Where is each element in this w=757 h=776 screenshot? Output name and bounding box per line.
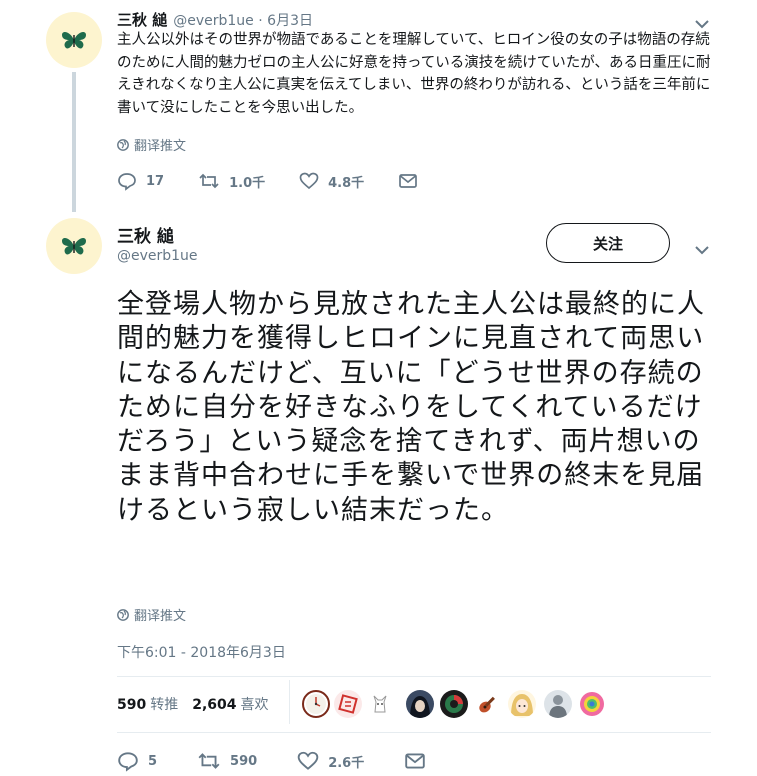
retweet-button[interactable]: 1.0千 — [198, 172, 265, 191]
separator: · — [253, 13, 268, 29]
retweet-icon — [198, 753, 220, 769]
envelope-icon — [405, 753, 425, 769]
heart-icon — [297, 751, 319, 770]
tweet-actions: 5 590 2.6千 — [117, 750, 460, 772]
dm-button[interactable] — [398, 173, 418, 189]
globe-icon — [117, 608, 129, 621]
author-handle[interactable]: @everb1ue — [173, 13, 254, 29]
retweet-stat-label: 转推 — [150, 697, 179, 713]
divider — [117, 732, 711, 733]
reply-button[interactable]: 17 — [117, 171, 164, 191]
translate-link[interactable]: 翻译推文 — [117, 135, 186, 154]
liker-avatar-clock[interactable] — [302, 690, 330, 718]
follow-button[interactable]: 关注 — [546, 223, 670, 263]
tweet-header: 三秋 縋 @everb1ue · 6月3日 — [117, 9, 313, 30]
tweet-text: 主人公以外はその世界が物語であることを理解していて、ヒロイン役の女の子は物語の存… — [117, 32, 711, 116]
liker-avatar-dark-circle[interactable] — [440, 690, 468, 718]
like-count: 4.8千 — [328, 175, 365, 191]
heart-icon — [299, 172, 319, 190]
divider — [117, 676, 711, 677]
like-stat-count: 2,604 — [192, 697, 237, 713]
liker-avatar-dark-hair[interactable] — [406, 690, 434, 718]
like-button[interactable]: 2.6千 — [297, 751, 364, 771]
translate-link[interactable]: 翻译推文 — [117, 605, 186, 624]
tweet-actions: 17 1.0千 4.8千 — [117, 171, 452, 191]
retweet-button[interactable]: 590 — [197, 751, 257, 771]
author-handle[interactable]: @everb1ue — [117, 248, 198, 264]
tweet-date[interactable]: 6月3日 — [267, 10, 313, 30]
retweet-count: 590 — [230, 753, 258, 769]
stats-divider — [289, 680, 290, 724]
liker-avatar-red-stamp[interactable] — [334, 690, 362, 718]
reply-count: 17 — [146, 173, 165, 189]
translate-label: 翻译推文 — [134, 609, 187, 624]
avatar[interactable] — [46, 218, 102, 274]
tweet-timestamp[interactable]: 下午6:01 - 2018年6月3日 — [117, 642, 286, 662]
retweet-stat[interactable]: 590 转推 — [117, 694, 178, 714]
reply-count: 5 — [148, 753, 158, 769]
liker-avatar-gray-figure[interactable] — [544, 690, 572, 718]
butterfly-icon — [62, 238, 86, 255]
envelope-icon — [399, 174, 418, 188]
like-stat[interactable]: 2,604 喜欢 — [192, 694, 268, 714]
author-name[interactable]: 三秋 縋 — [117, 222, 174, 247]
retweet-stat-count: 590 — [117, 697, 147, 713]
like-count: 2.6千 — [328, 755, 365, 771]
tweet-stats: 590 转推 2,604 喜欢 — [117, 694, 269, 714]
reply-button[interactable]: 5 — [117, 750, 157, 772]
liker-avatar-anime-girl[interactable] — [508, 690, 536, 718]
reply-icon — [118, 173, 136, 191]
like-button[interactable]: 4.8千 — [299, 172, 364, 191]
dm-button[interactable] — [404, 752, 426, 770]
globe-icon — [117, 138, 129, 151]
liker-avatar-colorful-flower[interactable] — [578, 690, 606, 718]
like-stat-label: 喜欢 — [240, 697, 269, 713]
author-name[interactable]: 三秋 縋 — [117, 9, 167, 30]
thread-line — [72, 72, 76, 212]
chevron-down-icon[interactable] — [694, 240, 710, 259]
butterfly-icon — [62, 32, 86, 49]
liker-avatar-guitar[interactable] — [474, 690, 502, 718]
retweet-icon — [199, 173, 219, 189]
retweet-count: 1.0千 — [229, 175, 266, 191]
avatar[interactable] — [46, 12, 102, 68]
reply-icon — [118, 752, 138, 772]
tweet-text: 全登場人物から見放された主人公は最終的に人間的魅力を獲得しヒロインに見直されて両… — [117, 289, 705, 526]
translate-label: 翻译推文 — [134, 139, 187, 154]
liker-avatar-white-goat[interactable] — [366, 690, 394, 718]
